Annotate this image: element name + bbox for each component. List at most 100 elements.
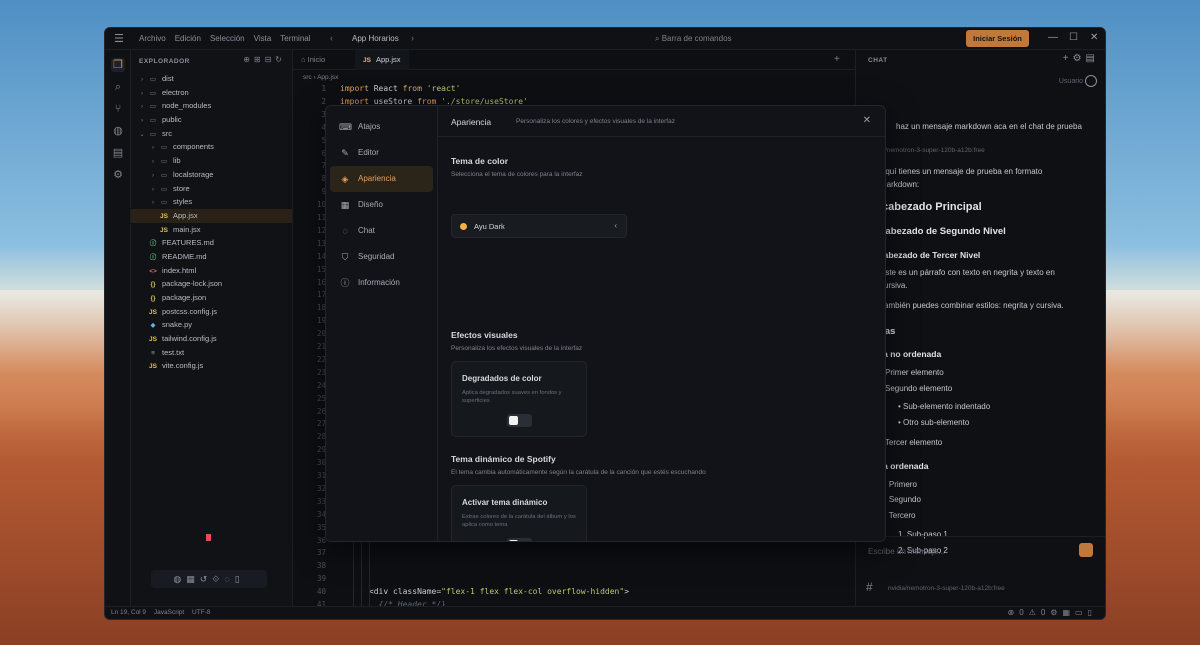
language-mode[interactable]: JavaScript bbox=[154, 609, 184, 616]
gear-status-icon[interactable]: ⚙ bbox=[1050, 608, 1062, 617]
breadcrumb-src[interactable]: src bbox=[303, 74, 312, 81]
gradients-toggle[interactable] bbox=[507, 414, 532, 427]
tree-item[interactable]: {} package.json bbox=[131, 291, 292, 305]
notes-icon[interactable]: ▤ bbox=[111, 146, 125, 160]
chat-response-p: Aquí tienes un mensaje de prueba en form… bbox=[880, 167, 1043, 176]
theme-select-value: Ayu Dark bbox=[474, 222, 505, 231]
minimize-icon[interactable]: — bbox=[1048, 32, 1058, 43]
tree-item[interactable]: › ▭ electron bbox=[131, 86, 292, 100]
app-title: App Horarios bbox=[352, 34, 399, 43]
close-icon[interactable]: ✕ bbox=[863, 115, 871, 126]
history-chat-icon[interactable]: ▤ bbox=[1086, 53, 1099, 64]
tree-item[interactable]: JS postcss.config.js bbox=[131, 305, 292, 319]
menu-item-terminal[interactable]: Terminal bbox=[280, 34, 310, 43]
new-folder-icon[interactable]: ⊞ bbox=[254, 55, 265, 64]
tab-app-jsx[interactable]: JS App.jsx bbox=[355, 50, 409, 70]
spotify-toggle[interactable] bbox=[507, 538, 532, 541]
settings-nav-apariencia[interactable]: ◈ Apariencia bbox=[330, 166, 433, 192]
line-number: 26 bbox=[316, 406, 326, 416]
tree-item[interactable]: › ▭ localstorage bbox=[131, 168, 292, 182]
hamburger-menu-icon[interactable]: ☰ bbox=[114, 32, 124, 45]
tree-item[interactable]: ≡ test.txt bbox=[131, 346, 292, 360]
maximize-icon[interactable]: ☐ bbox=[1069, 32, 1078, 43]
settings-nav-información[interactable]: ⓘ Información bbox=[330, 270, 433, 296]
chat-small-icon[interactable]: ◌ bbox=[224, 574, 234, 584]
theme-select[interactable]: Ayu Dark ‹ bbox=[451, 214, 627, 238]
tree-item[interactable]: JS App.jsx bbox=[131, 208, 292, 223]
line-number: 32 bbox=[316, 483, 326, 493]
tab-inicio[interactable]: ⌂ Inicio bbox=[293, 50, 333, 70]
settings-nav-chat[interactable]: ◌ Chat bbox=[330, 218, 433, 244]
files-icon[interactable]: ❐ bbox=[111, 58, 125, 72]
line-number: 7 bbox=[321, 161, 326, 171]
model-selector[interactable]: nvidia/nemotron-3-super-120b-a12b:free bbox=[888, 585, 1005, 592]
line-number: 27 bbox=[316, 419, 326, 429]
code-icon[interactable]: ⟐ bbox=[212, 574, 224, 584]
settings-icon[interactable]: ⚙ bbox=[1073, 53, 1086, 64]
calendar-icon[interactable]: ▦ bbox=[186, 574, 200, 584]
tree-item[interactable]: › ▭ styles bbox=[131, 195, 292, 209]
code-token: from bbox=[402, 84, 427, 93]
nav-forward-icon[interactable]: › bbox=[411, 33, 414, 43]
tree-item[interactable]: › ▭ components bbox=[131, 140, 292, 154]
history-icon[interactable]: ↺ bbox=[200, 574, 213, 584]
refresh-icon[interactable]: ↻ bbox=[275, 55, 286, 64]
tree-item[interactable]: › ▭ node_modules bbox=[131, 99, 292, 113]
new-chat-icon[interactable]: + bbox=[1063, 53, 1073, 64]
settings-nav-label: Chat bbox=[358, 226, 375, 235]
settings-nav-diseño[interactable]: ▦ Diseño bbox=[330, 192, 433, 218]
tree-item[interactable]: ⓘ README.md bbox=[131, 250, 292, 264]
code-token: 'react' bbox=[426, 84, 461, 93]
new-file-icon[interactable]: ⊕ bbox=[243, 55, 254, 64]
chat-input[interactable]: Escribe un mensaje... bbox=[868, 547, 945, 556]
tree-item[interactable]: ⌄ ▭ src bbox=[131, 127, 292, 141]
line-number: 5 bbox=[321, 135, 326, 145]
tree-item[interactable]: › ▭ dist bbox=[131, 72, 292, 86]
tree-item-label: FEATURES.md bbox=[162, 238, 214, 248]
globe-icon[interactable]: ◍ bbox=[111, 124, 125, 138]
explorer-title: EXPLORADOR bbox=[139, 58, 190, 65]
source-control-icon[interactable]: ⑂ bbox=[111, 102, 125, 116]
settings-nav-atajos[interactable]: ⌨ Atajos bbox=[330, 114, 433, 140]
tree-item[interactable]: ◆ snake.py bbox=[131, 318, 292, 332]
collapse-icon[interactable]: ⊟ bbox=[265, 55, 276, 64]
chat-actions: +⚙▤ bbox=[1063, 53, 1099, 64]
sidebar-status-icon[interactable]: ▯ bbox=[1088, 608, 1097, 617]
tree-item[interactable]: › ▭ public bbox=[131, 113, 292, 127]
globe-small-icon[interactable]: ◍ bbox=[173, 574, 186, 584]
layout-status-icon[interactable]: ▦ bbox=[1062, 608, 1075, 617]
settings-nav-editor[interactable]: ✎ Editor bbox=[330, 140, 433, 166]
command-bar[interactable]: ⌕ Barra de comandos bbox=[655, 34, 732, 44]
tree-item[interactable]: JS tailwind.config.js bbox=[131, 332, 292, 346]
menu-item-edición[interactable]: Edición bbox=[175, 34, 201, 43]
menu-item-selección[interactable]: Selección bbox=[210, 34, 245, 43]
tree-item[interactable]: <> index.html bbox=[131, 264, 292, 278]
bookmark-marker[interactable] bbox=[206, 534, 211, 541]
panel-status-icon[interactable]: ▭ bbox=[1075, 608, 1088, 617]
encoding[interactable]: UTF-8 bbox=[192, 609, 210, 616]
menu-item-vista[interactable]: Vista bbox=[254, 34, 272, 43]
close-window-icon[interactable]: ✕ bbox=[1090, 32, 1098, 43]
breadcrumb-file[interactable]: App.jsx bbox=[317, 74, 338, 81]
search-panel-icon[interactable]: ⌕ bbox=[111, 80, 125, 94]
login-button[interactable]: Iniciar Sesión bbox=[966, 30, 1029, 47]
explorer-actions: ⊕⊞⊟↻ bbox=[243, 55, 286, 64]
book-icon[interactable]: ▯ bbox=[235, 574, 245, 584]
tree-item[interactable]: JS main.jsx bbox=[131, 223, 292, 237]
tree-item[interactable]: ⓘ FEATURES.md bbox=[131, 236, 292, 250]
cursor-position[interactable]: Ln 19, Col 9 bbox=[111, 609, 146, 616]
tree-item[interactable]: JS vite.config.js bbox=[131, 359, 292, 373]
menu-item-archivo[interactable]: Archivo bbox=[139, 34, 166, 43]
tree-item[interactable]: › ▭ lib bbox=[131, 154, 292, 168]
new-tab-icon[interactable]: + bbox=[834, 54, 840, 65]
warning-icon[interactable]: ⚠ bbox=[1029, 608, 1041, 617]
settings-nav-seguridad[interactable]: ⛉ Seguridad bbox=[330, 244, 433, 270]
folder-open-icon: ▭ bbox=[149, 130, 157, 138]
tree-item[interactable]: {} package-lock.json bbox=[131, 277, 292, 291]
extensions-icon[interactable]: ⚙ bbox=[111, 168, 125, 182]
hash-icon[interactable]: # bbox=[866, 580, 873, 594]
chat-response-li: • Primer elemento bbox=[880, 368, 944, 377]
tree-item[interactable]: › ▭ store bbox=[131, 182, 292, 196]
send-button[interactable] bbox=[1079, 543, 1093, 557]
error-icon[interactable]: ⊗ bbox=[1008, 608, 1020, 617]
